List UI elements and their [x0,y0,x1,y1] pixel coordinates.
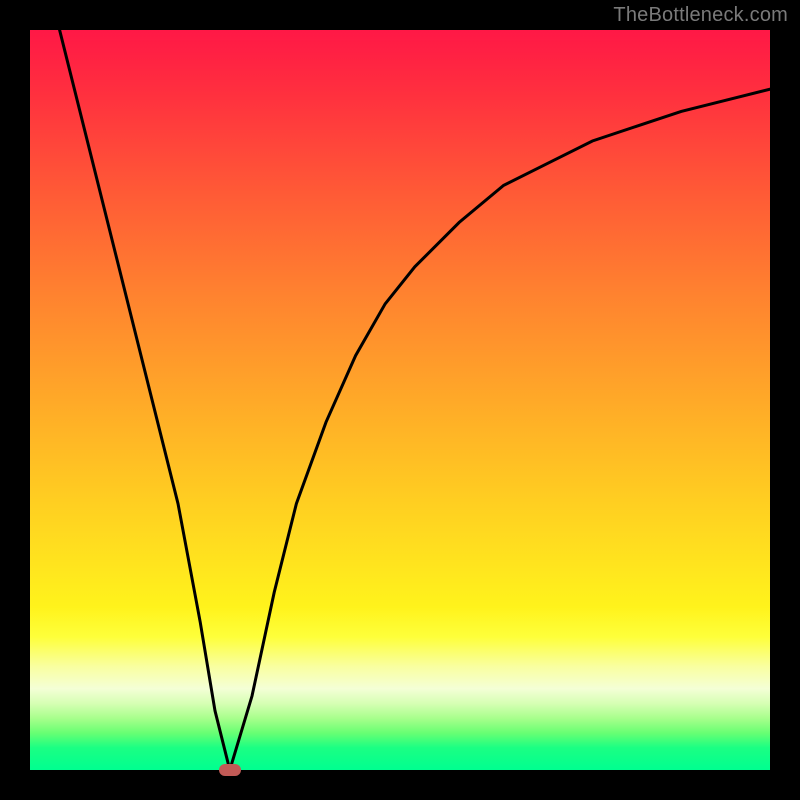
min-marker [219,764,241,776]
curve-svg [30,30,770,770]
plot-area [30,30,770,770]
curve-path [60,30,770,770]
watermark-text: TheBottleneck.com [613,4,788,27]
chart-frame: TheBottleneck.com [0,0,800,800]
